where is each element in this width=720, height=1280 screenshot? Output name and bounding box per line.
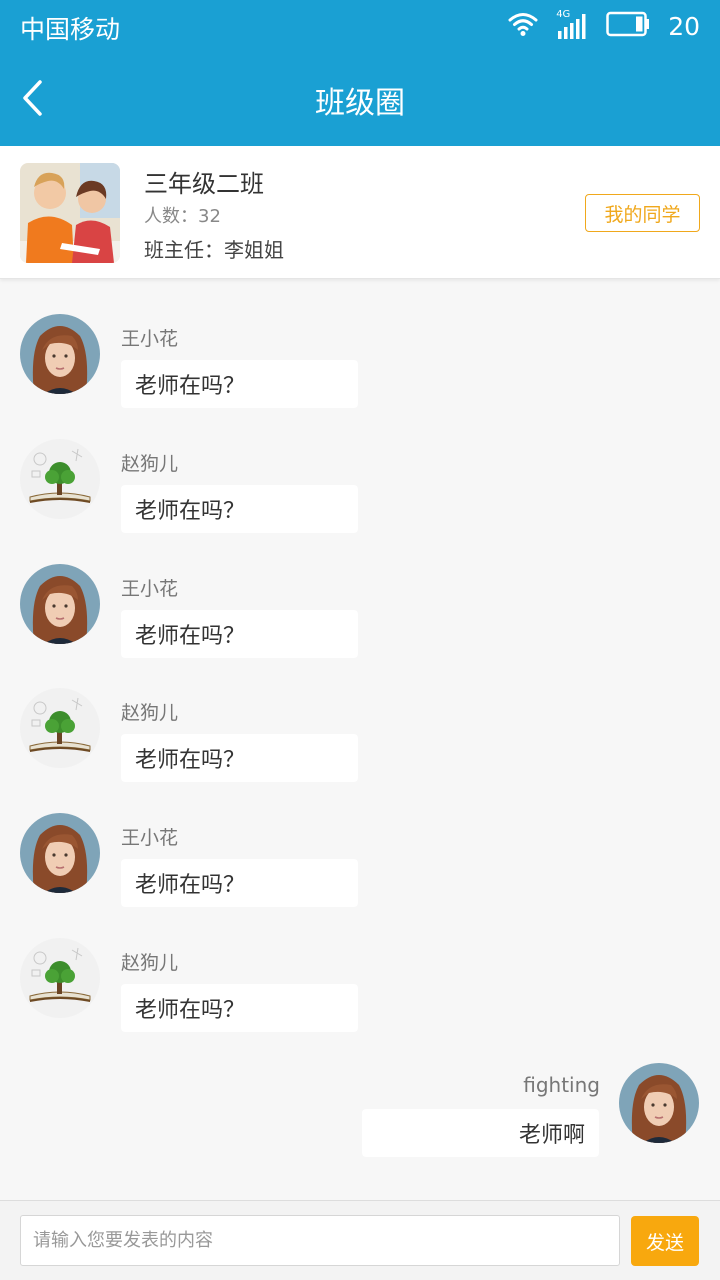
status-icons: 4G 20 — [508, 9, 700, 42]
chat-message-self: fighting 老师啊 — [0, 1029, 720, 1157]
wifi-icon — [508, 11, 538, 41]
title-bar: 班级圈 — [0, 56, 720, 142]
chat-message: 王小花 老师在吗？ — [0, 779, 720, 907]
status-bar: 中国移动 4G 20 — [0, 0, 720, 52]
girl-portrait-avatar — [20, 813, 100, 893]
message-bubble[interactable]: 老师在吗？ — [121, 485, 358, 533]
member-count-label: 人数： — [144, 206, 198, 227]
avatar[interactable] — [20, 314, 100, 394]
class-photo — [20, 163, 120, 263]
teacher-name: 李姐姐 — [224, 238, 284, 262]
avatar[interactable] — [20, 938, 100, 1018]
sender-name: fighting — [523, 1073, 600, 1097]
cellular-signal-icon: 4G — [556, 9, 588, 41]
message-bubble[interactable]: 老师在吗？ — [121, 984, 358, 1032]
avatar[interactable] — [20, 564, 100, 644]
class-member-count: 人数：32 — [144, 202, 221, 228]
sender-name: 赵狗儿 — [121, 453, 179, 475]
girl-portrait-avatar — [20, 314, 100, 394]
avatar[interactable] — [619, 1063, 699, 1143]
sender-name: 王小花 — [121, 578, 179, 600]
app-header: 中国移动 4G 20 班级圈 — [0, 0, 720, 146]
battery-icon — [606, 11, 650, 41]
tree-book-avatar — [20, 439, 100, 519]
message-input[interactable] — [20, 1215, 620, 1266]
message-bubble[interactable]: 老师在吗？ — [121, 610, 358, 658]
message-composer: 发送 — [0, 1200, 720, 1280]
girl-portrait-avatar — [20, 564, 100, 644]
chat-message: 赵狗儿 老师在吗？ — [0, 654, 720, 782]
tree-book-avatar — [20, 688, 100, 768]
sender-name: 王小花 — [121, 328, 179, 350]
chat-message: 王小花 老师在吗？ — [0, 280, 720, 408]
chat-message: 赵狗儿 老师在吗？ — [0, 904, 720, 1032]
page-title: 班级圈 — [315, 86, 405, 121]
message-bubble[interactable]: 老师在吗？ — [121, 859, 358, 907]
tree-book-avatar — [20, 938, 100, 1018]
message-bubble[interactable]: 老师在吗？ — [121, 734, 358, 782]
avatar[interactable] — [20, 439, 100, 519]
avatar[interactable] — [20, 688, 100, 768]
class-teacher: 班主任：李姐姐 — [144, 234, 284, 263]
my-classmates-button[interactable]: 我的同学 — [585, 194, 700, 232]
battery-level: 20 — [668, 11, 700, 41]
class-info-card: 三年级二班 人数：32 班主任：李姐姐 我的同学 — [0, 146, 720, 279]
member-count-value: 32 — [198, 206, 221, 227]
chat-list[interactable]: 王小花 老师在吗？ 赵狗儿 老师在吗？ 王小花 老师在吗？ 赵狗儿 老师在吗？ … — [0, 280, 720, 1200]
chat-message: 王小花 老师在吗？ — [0, 530, 720, 658]
message-bubble[interactable]: 老师在吗？ — [121, 360, 358, 408]
message-bubble[interactable]: 老师啊 — [362, 1109, 599, 1157]
sender-name: 赵狗儿 — [121, 702, 179, 724]
send-button[interactable]: 发送 — [631, 1216, 699, 1266]
class-name: 三年级二班 — [144, 170, 264, 198]
teacher-label: 班主任： — [144, 238, 224, 262]
chat-message: 赵狗儿 老师在吗？ — [0, 405, 720, 533]
girl-portrait-avatar — [619, 1063, 699, 1143]
carrier-label: 中国移动 — [20, 15, 121, 44]
sender-name: 王小花 — [121, 827, 179, 849]
avatar[interactable] — [20, 813, 100, 893]
sender-name: 赵狗儿 — [121, 952, 179, 974]
